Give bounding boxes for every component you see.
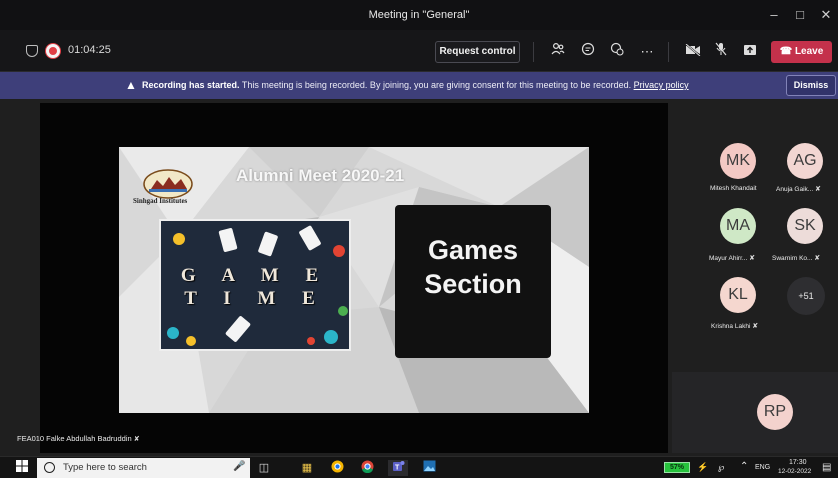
minimize-icon[interactable]: – <box>764 5 784 25</box>
clock-date[interactable]: 12-02-2022 <box>778 468 811 475</box>
participants-icon[interactable] <box>547 42 569 62</box>
presenter-name-label: FEA010 Falke Abdullah Badruddin ✘ <box>17 434 140 443</box>
meeting-toolbar: 01:04:25 Request control ⋯ ☎ Leave <box>0 30 838 72</box>
presentation-slide: Sinhgad Institutes Alumni Meet 2020-21 G… <box>119 147 589 413</box>
camera-off-icon[interactable] <box>682 42 704 62</box>
chrome-icon[interactable] <box>358 460 376 476</box>
mic-off-icon[interactable] <box>710 42 732 62</box>
games-section-box: Games Section <box>395 205 551 358</box>
file-explorer-icon[interactable]: ▦ <box>298 460 316 476</box>
shield-icon <box>26 45 38 57</box>
participant-name-text: Anuja Gaik... <box>776 186 814 193</box>
recording-icon <box>46 44 60 58</box>
recording-banner: ▲ Recording has started. This meeting is… <box>0 72 838 99</box>
participant-name: Mayur Ahirr... ✘ <box>709 254 755 262</box>
close-icon[interactable]: ✕ <box>816 5 836 25</box>
banner-bold-text: Recording has started. <box>142 80 240 90</box>
photos-icon[interactable] <box>420 460 438 476</box>
participant-name: Anuja Gaik... ✘ <box>776 185 821 193</box>
tray-network-icon[interactable]: ⚡ <box>697 462 708 473</box>
notifications-icon[interactable]: ▤ <box>822 462 831 473</box>
self-video-panel: RP <box>672 372 838 453</box>
avatar: MA <box>720 208 756 244</box>
avatar: MK <box>720 143 756 179</box>
participant-name: Mitesh Khandait <box>710 185 757 192</box>
presenter-name: FEA010 Falke Abdullah Badruddin <box>17 434 132 443</box>
mic-off-icon: ✘ <box>752 323 759 330</box>
participant-name-text: Mitesh Khandait <box>710 185 757 192</box>
game-time-image: G A M E T I M E <box>159 219 351 351</box>
share-screen-icon[interactable] <box>739 42 761 62</box>
participant-name-text: Swarnim Ko... <box>772 255 813 262</box>
windows-taskbar: Type here to search 🎤 ◫ ▦ T 57% ⚡ ℘ ⌃ EN… <box>0 456 838 478</box>
avatar: SK <box>787 208 823 244</box>
maximize-icon[interactable]: □ <box>790 5 810 25</box>
window-title: Meeting in "General" <box>368 9 470 21</box>
dismiss-button[interactable]: Dismiss <box>786 75 836 96</box>
more-participants-button[interactable]: +51 <box>787 277 825 315</box>
leave-button[interactable]: ☎ Leave <box>771 41 832 63</box>
language-indicator[interactable]: ENG <box>755 464 770 471</box>
taskbar-search-box[interactable]: Type here to search 🎤 <box>37 458 250 478</box>
participant-name: Swarnim Ko... ✘ <box>772 254 820 262</box>
logo-caption: Sinhgad Institutes <box>133 197 188 205</box>
self-avatar: RP <box>757 394 793 430</box>
meeting-timer: 01:04:25 <box>68 44 111 56</box>
reactions-icon[interactable] <box>606 42 628 62</box>
task-view-icon[interactable]: ◫ <box>256 460 272 476</box>
microphone-icon[interactable]: 🎤 <box>233 461 245 472</box>
people-icon[interactable]: ℘ <box>718 462 724 473</box>
participant-name: Krishna Lakhi ✘ <box>711 322 758 330</box>
warning-icon: ▲ <box>125 78 137 92</box>
games-label: Games <box>427 235 519 265</box>
hang-up-icon: ☎ <box>779 46 795 57</box>
title-bar: Meeting in "General" – □ ✕ <box>0 0 838 30</box>
windows-start-icon[interactable] <box>14 460 30 476</box>
banner-body-text: This meeting is being recorded. By joini… <box>239 80 634 90</box>
search-icon <box>44 462 55 473</box>
leave-label: Leave <box>794 46 824 57</box>
clock-time[interactable]: 17:30 <box>789 459 807 466</box>
mic-off-icon: ✘ <box>815 186 821 193</box>
game-word: G A M E <box>180 265 330 286</box>
toolbar-divider <box>533 42 534 62</box>
mic-off-icon: ✘ <box>749 255 755 262</box>
more-options-icon[interactable]: ⋯ <box>636 42 658 62</box>
participant-name-text: Mayur Ahirr... <box>709 255 748 262</box>
request-control-button[interactable]: Request control <box>435 41 520 63</box>
chat-icon[interactable] <box>577 42 599 62</box>
avatar: AG <box>787 143 823 179</box>
mic-off-icon: ✘ <box>814 255 821 262</box>
search-placeholder: Type here to search <box>63 462 147 473</box>
shared-screen: Sinhgad Institutes Alumni Meet 2020-21 G… <box>40 103 668 453</box>
teams-meeting-window: Meeting in "General" – □ ✕ 01:04:25 Requ… <box>0 0 838 478</box>
svg-text:T: T <box>395 465 400 472</box>
browser-icon[interactable] <box>328 460 346 476</box>
time-word: T I M E <box>184 288 326 309</box>
teams-icon[interactable]: T <box>388 460 408 476</box>
chevron-up-icon[interactable]: ⌃ <box>740 461 748 472</box>
banner-message: Recording has started. This meeting is b… <box>142 80 689 90</box>
toolbar-divider <box>668 42 669 62</box>
battery-indicator[interactable]: 57% <box>664 462 690 473</box>
privacy-policy-link[interactable]: Privacy policy <box>634 80 689 90</box>
participant-name-text: Krishna Lakhi <box>711 323 751 330</box>
section-label: Section <box>424 269 522 299</box>
slide-title: Alumni Meet 2020-21 <box>236 166 405 185</box>
avatar: KL <box>720 277 756 313</box>
mic-off-icon: ✘ <box>133 436 140 443</box>
